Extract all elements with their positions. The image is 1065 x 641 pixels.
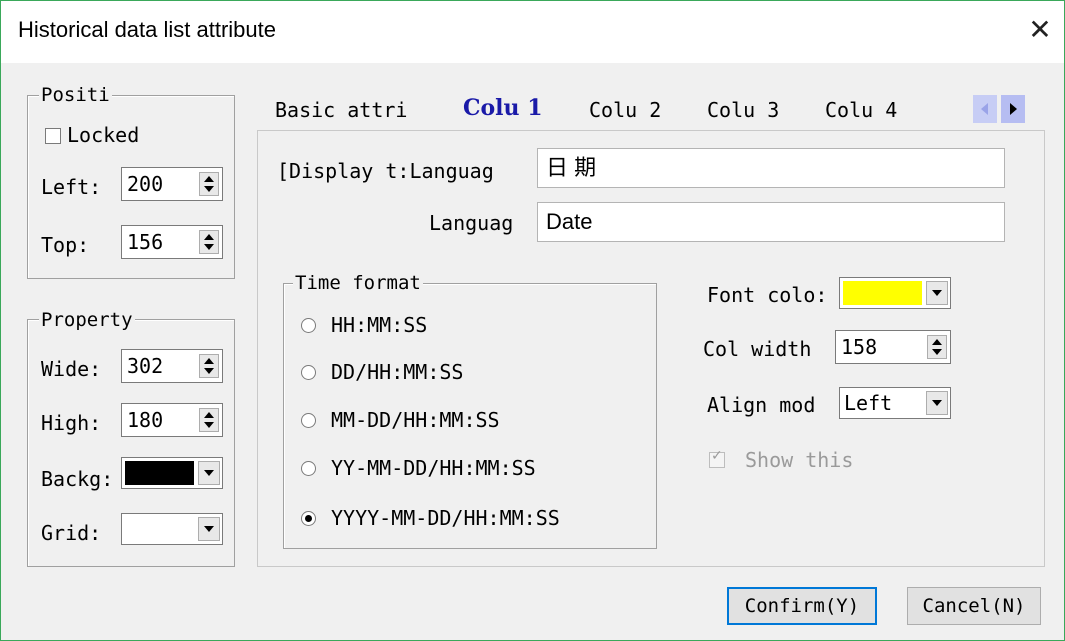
left-value: 200 <box>127 172 164 196</box>
chevron-down-icon[interactable] <box>926 281 948 305</box>
time-format-legend: Time format <box>293 272 423 294</box>
tab-scroll-right-icon[interactable] <box>1001 95 1025 123</box>
language1-input[interactable]: 日 期 <box>537 148 1005 188</box>
chevron-down-icon[interactable] <box>198 461 220 485</box>
time-format-radio-3[interactable] <box>301 461 316 476</box>
show-this-label: Show this <box>745 448 854 472</box>
dialog-title: Historical data list attribute <box>18 17 276 42</box>
align-mode-label: Align mod <box>707 393 816 417</box>
wide-value: 302 <box>127 354 164 378</box>
high-value: 180 <box>127 408 164 432</box>
tab-scroll-left-icon[interactable] <box>973 95 997 123</box>
time-format-radio-4[interactable] <box>301 511 316 526</box>
col-width-spinner[interactable]: 158 <box>835 330 951 364</box>
top-value: 156 <box>127 230 164 254</box>
grid-label: Grid: <box>41 521 102 545</box>
tab-colu-1[interactable]: Colu 1 <box>463 94 543 122</box>
time-format-option-1: DD/HH:MM:SS <box>331 360 464 384</box>
align-mode-combo[interactable]: Left <box>839 387 951 419</box>
background-color-combo[interactable] <box>121 457 223 489</box>
top-spin-buttons[interactable] <box>199 230 219 254</box>
position-legend: Positi <box>39 84 112 106</box>
locked-checkbox[interactable] <box>45 128 61 144</box>
left-spinner[interactable]: 200 <box>121 167 223 201</box>
time-format-radio-1[interactable] <box>301 365 316 380</box>
tab-colu-3[interactable]: Colu 3 <box>707 96 779 124</box>
align-mode-value: Left <box>844 391 893 415</box>
background-color-swatch <box>125 461 194 485</box>
col-width-value: 158 <box>841 335 878 359</box>
tab-colu-2[interactable]: Colu 2 <box>589 96 661 124</box>
font-color-label: Font colo: <box>707 283 828 307</box>
high-spin-buttons[interactable] <box>199 408 219 432</box>
time-format-option-4: YYYY-MM-DD/HH:MM:SS <box>331 506 560 530</box>
left-label: Left: <box>41 175 102 199</box>
time-format-radio-0[interactable] <box>301 318 316 333</box>
language2-label: Languag <box>429 211 514 235</box>
show-this-checkbox[interactable]: ✓ <box>709 448 725 468</box>
dialog-window: Historical data list attribute ✕ Positi … <box>0 0 1065 641</box>
time-format-option-3: YY-MM-DD/HH:MM:SS <box>331 456 536 480</box>
tab-basic-attri[interactable]: Basic attri <box>275 96 407 124</box>
col-width-label: Col width <box>703 337 812 361</box>
wide-spinner[interactable]: 302 <box>121 349 223 383</box>
top-spinner[interactable]: 156 <box>121 225 223 259</box>
col-width-spin-buttons[interactable] <box>927 335 947 359</box>
time-format-option-2: MM-DD/HH:MM:SS <box>331 408 500 432</box>
title-bar: Historical data list attribute ✕ <box>1 1 1064 63</box>
chevron-down-icon[interactable] <box>926 391 948 415</box>
display-text-label: [Display t:Languag <box>277 159 494 183</box>
language2-value: Date <box>546 209 593 234</box>
font-color-swatch <box>843 281 922 305</box>
left-spin-buttons[interactable] <box>199 172 219 196</box>
language1-value: 日 期 <box>546 155 597 180</box>
time-format-radio-2[interactable] <box>301 413 316 428</box>
high-label: High: <box>41 411 102 435</box>
background-label: Backg: <box>41 467 114 491</box>
wide-spin-buttons[interactable] <box>199 354 219 378</box>
grid-color-swatch <box>125 517 194 541</box>
top-label: Top: <box>41 233 90 257</box>
close-icon[interactable]: ✕ <box>1025 15 1055 45</box>
time-format-option-0: HH:MM:SS <box>331 313 428 337</box>
language2-input[interactable]: Date <box>537 202 1005 242</box>
high-spinner[interactable]: 180 <box>121 403 223 437</box>
confirm-button[interactable]: Confirm(Y) <box>727 587 877 625</box>
property-legend: Property <box>39 309 135 331</box>
tab-colu-4[interactable]: Colu 4 <box>825 96 897 124</box>
font-color-combo[interactable] <box>839 277 951 309</box>
grid-color-combo[interactable] <box>121 513 223 545</box>
wide-label: Wide: <box>41 357 102 381</box>
locked-label: Locked <box>67 123 140 147</box>
chevron-down-icon[interactable] <box>198 517 220 541</box>
cancel-button[interactable]: Cancel(N) <box>907 587 1041 625</box>
